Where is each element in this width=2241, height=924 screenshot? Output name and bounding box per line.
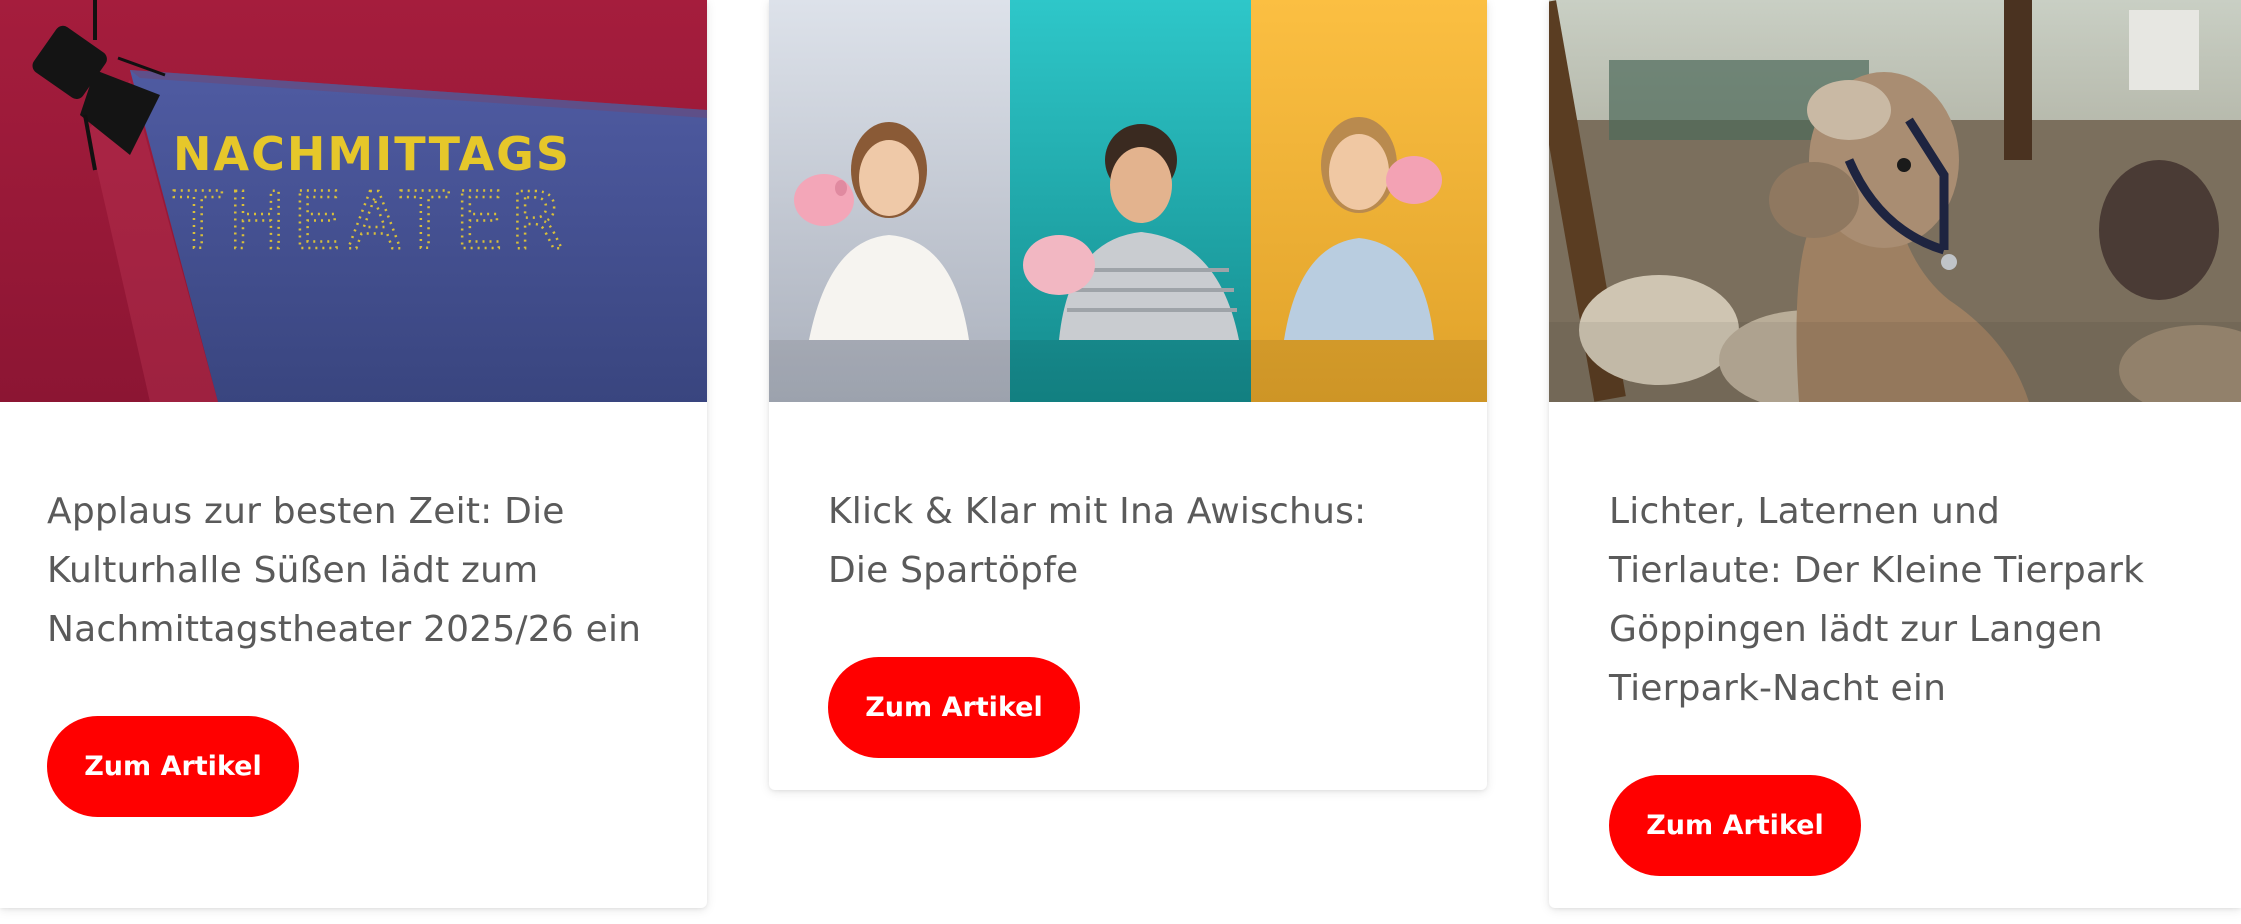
article-title[interactable]: Klick & Klar mit Ina Awischus: Die Spart… [828, 482, 1428, 600]
piggy-bank-photo-collage [769, 0, 1487, 402]
theater-poster-graphic: NACHMITTAGS THEATER [0, 0, 707, 402]
poster-title-nachmittags: NACHMITTAGS [173, 127, 571, 181]
article-image-spartoepfe[interactable] [769, 0, 1487, 402]
poster-title-theater: THEATER [173, 177, 570, 267]
article-title[interactable]: Applaus zur besten Zeit: Die Kulturhalle… [47, 482, 660, 659]
camel-in-enclosure-photo [1549, 0, 2241, 402]
article-title[interactable]: Lichter, Laternen und Tierlaute: Der Kle… [1609, 482, 2182, 718]
article-card-body: Klick & Klar mit Ina Awischus: Die Spart… [769, 482, 1487, 758]
read-article-button[interactable]: Zum Artikel [1609, 775, 1861, 876]
article-card-body: Applaus zur besten Zeit: Die Kulturhalle… [0, 482, 707, 817]
article-card-spartoepfe: Klick & Klar mit Ina Awischus: Die Spart… [769, 0, 1487, 790]
read-article-button[interactable]: Zum Artikel [47, 716, 299, 817]
article-card-body: Lichter, Laternen und Tierlaute: Der Kle… [1549, 482, 2241, 876]
read-article-button[interactable]: Zum Artikel [828, 657, 1080, 758]
article-image-tierpark[interactable] [1549, 0, 2241, 402]
article-teaser-row: NACHMITTAGS THEATER Applaus zur besten Z… [0, 0, 2241, 924]
article-card-tierpark: Lichter, Laternen und Tierlaute: Der Kle… [1549, 0, 2241, 908]
article-card-theater: NACHMITTAGS THEATER Applaus zur besten Z… [0, 0, 707, 908]
article-image-theater[interactable]: NACHMITTAGS THEATER [0, 0, 707, 402]
